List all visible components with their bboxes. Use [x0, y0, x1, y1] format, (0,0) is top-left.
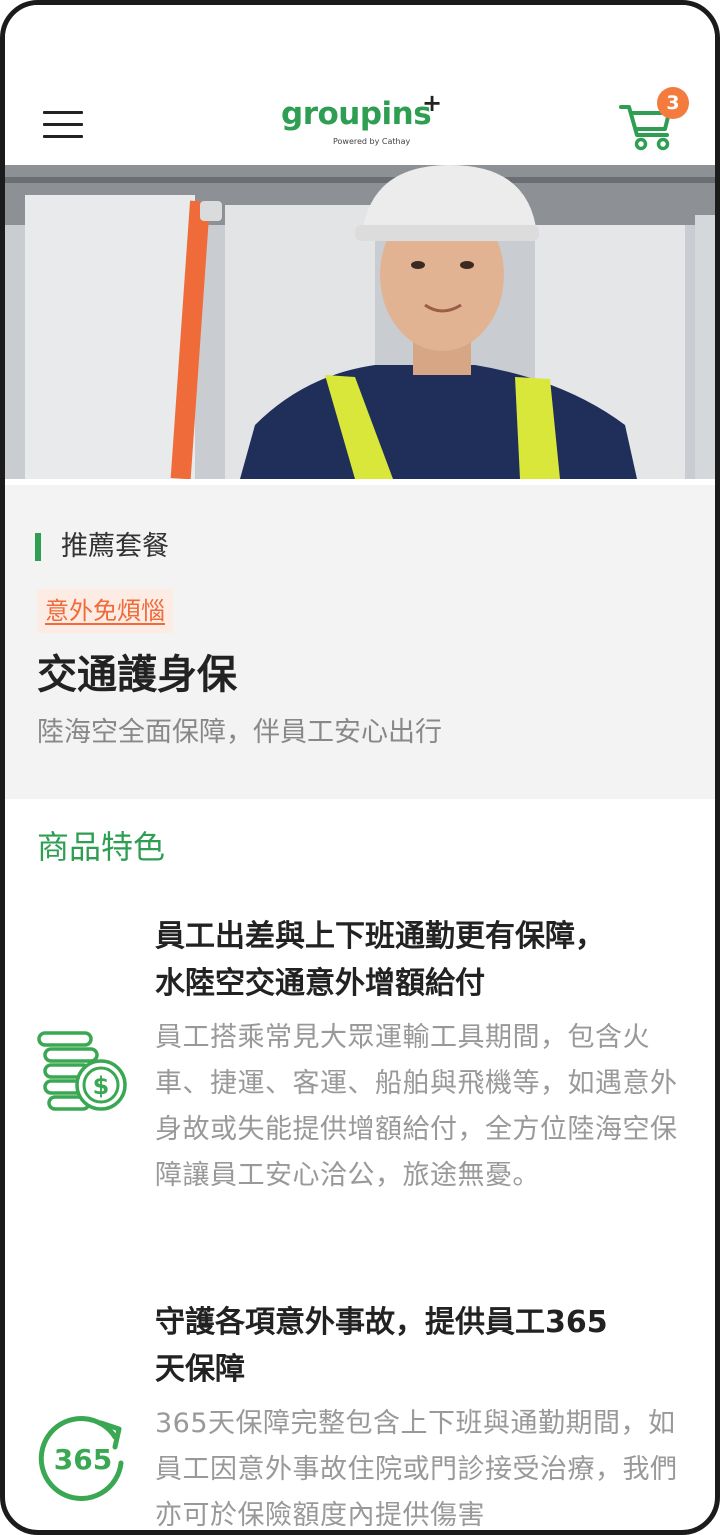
coins-dollar-icon: $ — [37, 1031, 127, 1111]
cart-button[interactable]: 3 — [617, 85, 693, 151]
top-header: groupins + Powered by Cathay 3 — [5, 5, 715, 165]
section-accent-bar — [35, 533, 41, 561]
feature-heading: 員工出差與上下班通勤更有保障， 水陸空交通意外增額給付 — [155, 919, 605, 1001]
365-icon-text: 365 — [54, 1443, 112, 1476]
svg-text:$: $ — [93, 1072, 110, 1100]
logo-tagline: Powered by Cathay — [333, 137, 411, 146]
recommended-plan-section: 推薦套餐 意外免煩惱 交通護身保 陸海空全面保障，伴員工安心出行 — [5, 485, 715, 799]
feature-body: 員工搭乘常見大眾運輸工具期間，包含火車、捷運、客運、船舶與飛機等，如遇意外身故或… — [155, 1022, 678, 1191]
365-cycle-icon: 365 — [38, 1416, 124, 1501]
plan-tag[interactable]: 意外免煩惱 — [37, 589, 173, 633]
groupins-logo[interactable]: groupins + Powered by Cathay — [281, 91, 442, 153]
menu-icon[interactable] — [43, 107, 83, 139]
feature-body: 365天保障完整包含上下班與通勤期間，如員工因意外事故住院或門診接受治療，我們亦… — [155, 1408, 678, 1531]
plan-subtitle: 陸海空全面保障，伴員工安心出行 — [37, 717, 442, 748]
section-label: 推薦套餐 — [61, 531, 169, 562]
feature-heading: 守護各項意外事故，提供員工365 天保障 — [155, 1305, 608, 1387]
plan-title: 交通護身保 — [37, 652, 237, 698]
logo-plus: + — [422, 89, 443, 117]
plan-tag-text: 意外免煩惱 — [45, 597, 165, 625]
features-title: 商品特色 — [37, 828, 166, 866]
hero-image — [5, 165, 715, 479]
feature-text: 員工出差與上下班通勤更有保障， 水陸空交通意外增額給付 員工搭乘常見大眾運輸工具… — [155, 913, 695, 1199]
phone-frame: groupins + Powered by Cathay 3 推薦套餐 意外免煩… — [0, 0, 720, 1535]
cart-count-badge: 3 — [657, 87, 689, 119]
feature-text: 守護各項意外事故，提供員工365 天保障 365天保障完整包含上下班與通勤期間，… — [155, 1299, 695, 1531]
logo-wordmark: groupins — [281, 96, 432, 132]
